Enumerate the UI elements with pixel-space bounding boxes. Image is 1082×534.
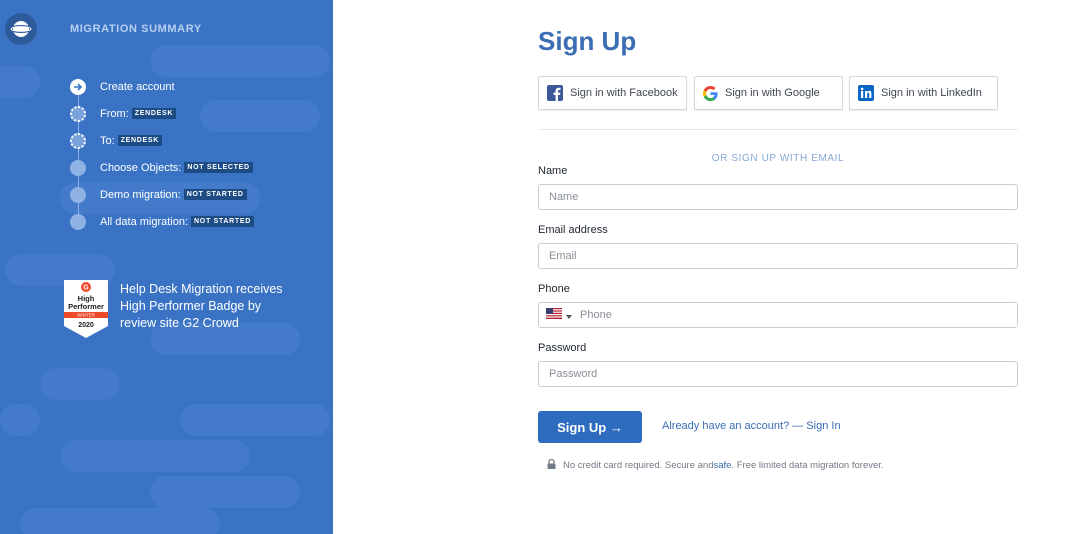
google-signin-button[interactable]: Sign in with Google bbox=[694, 76, 843, 110]
step-dot bbox=[70, 159, 86, 176]
or-email-label: OR SIGN UP WITH EMAIL bbox=[711, 153, 845, 164]
step-label: To: bbox=[100, 134, 115, 147]
email-label: Email address bbox=[538, 224, 608, 236]
facebook-label: Sign in with Facebook bbox=[570, 87, 678, 99]
phone-label: Phone bbox=[538, 283, 570, 295]
facebook-signin-button[interactable]: Sign in with Facebook bbox=[538, 76, 687, 110]
step-tag: NOT STARTED bbox=[191, 216, 255, 227]
g2-badge: G High Performer WINTER 2020 bbox=[62, 280, 110, 338]
step-label: Demo migration: bbox=[100, 188, 181, 201]
logo-icon[interactable] bbox=[5, 13, 37, 45]
progress-icon bbox=[70, 132, 86, 149]
migration-sidebar: MIGRATION SUMMARY Create account From: Z… bbox=[0, 0, 333, 534]
step-tag: ZENDESK bbox=[117, 135, 163, 146]
linkedin-label: Sign in with LinkedIn bbox=[881, 87, 982, 99]
badge-line2: Performer bbox=[68, 302, 104, 311]
step-label: From: bbox=[100, 107, 129, 120]
decor-pill bbox=[0, 404, 40, 436]
badge-description: Help Desk Migration receives High Perfor… bbox=[120, 282, 283, 330]
us-flag-icon bbox=[546, 306, 562, 324]
step-to: To: ZENDESK bbox=[70, 127, 254, 154]
safe-link[interactable]: safe bbox=[714, 460, 732, 471]
linkedin-signin-button[interactable]: Sign in with LinkedIn bbox=[849, 76, 998, 110]
google-label: Sign in with Google bbox=[725, 87, 820, 99]
arrow-right-icon bbox=[70, 78, 86, 95]
note-text-before: No credit card required. Secure and bbox=[563, 460, 714, 471]
password-input[interactable] bbox=[538, 361, 1018, 387]
summary-title: MIGRATION SUMMARY bbox=[70, 23, 202, 35]
step-create-account: Create account bbox=[70, 73, 254, 100]
note-text-after: . Free limited data migration forever. bbox=[731, 460, 884, 471]
badge-year: 2020 bbox=[78, 322, 94, 329]
linkedin-icon bbox=[858, 85, 874, 101]
name-input[interactable] bbox=[538, 184, 1018, 210]
step-tag: NOT SELECTED bbox=[184, 162, 253, 173]
google-icon bbox=[703, 85, 718, 101]
step-tag: ZENDESK bbox=[131, 108, 177, 119]
step-demo-migration: Demo migration: NOT STARTED bbox=[70, 181, 254, 208]
step-tag: NOT STARTED bbox=[183, 189, 247, 200]
sign-up-button[interactable]: Sign Up → bbox=[538, 411, 642, 443]
svg-text:G: G bbox=[83, 285, 89, 292]
step-choose-objects: Choose Objects: NOT SELECTED bbox=[70, 154, 254, 181]
step-label: All data migration: bbox=[100, 215, 189, 228]
progress-icon bbox=[70, 105, 86, 122]
step-dot bbox=[70, 213, 86, 230]
decor-pill bbox=[180, 404, 330, 436]
decor-pill bbox=[0, 66, 40, 98]
phone-input[interactable] bbox=[572, 303, 1017, 327]
decor-pill bbox=[150, 476, 300, 508]
sign-in-link[interactable]: Already have an account? — Sign In bbox=[662, 420, 841, 432]
badge-season: WINTER bbox=[77, 313, 95, 318]
country-selector[interactable] bbox=[539, 303, 572, 327]
step-label: Create account bbox=[100, 80, 175, 93]
decor-pill bbox=[40, 368, 120, 400]
security-note: No credit card required. Secure and safe… bbox=[547, 458, 884, 472]
email-input[interactable] bbox=[538, 243, 1018, 269]
page-title: Sign Up bbox=[538, 26, 637, 56]
decor-pill bbox=[20, 508, 220, 534]
facebook-icon bbox=[547, 85, 563, 101]
decor-pill bbox=[60, 440, 250, 472]
step-all-data-migration: All data migration: NOT STARTED bbox=[70, 208, 255, 235]
lock-icon bbox=[547, 458, 556, 472]
step-dot bbox=[70, 186, 86, 203]
migration-steps: Create account From: ZENDESK To: ZENDESK… bbox=[70, 73, 255, 235]
phone-field bbox=[538, 302, 1018, 328]
name-label: Name bbox=[538, 165, 568, 177]
password-label: Password bbox=[538, 342, 587, 354]
divider bbox=[538, 129, 1018, 130]
step-from: From: ZENDESK bbox=[70, 100, 254, 127]
step-label: Choose Objects: bbox=[100, 161, 182, 174]
